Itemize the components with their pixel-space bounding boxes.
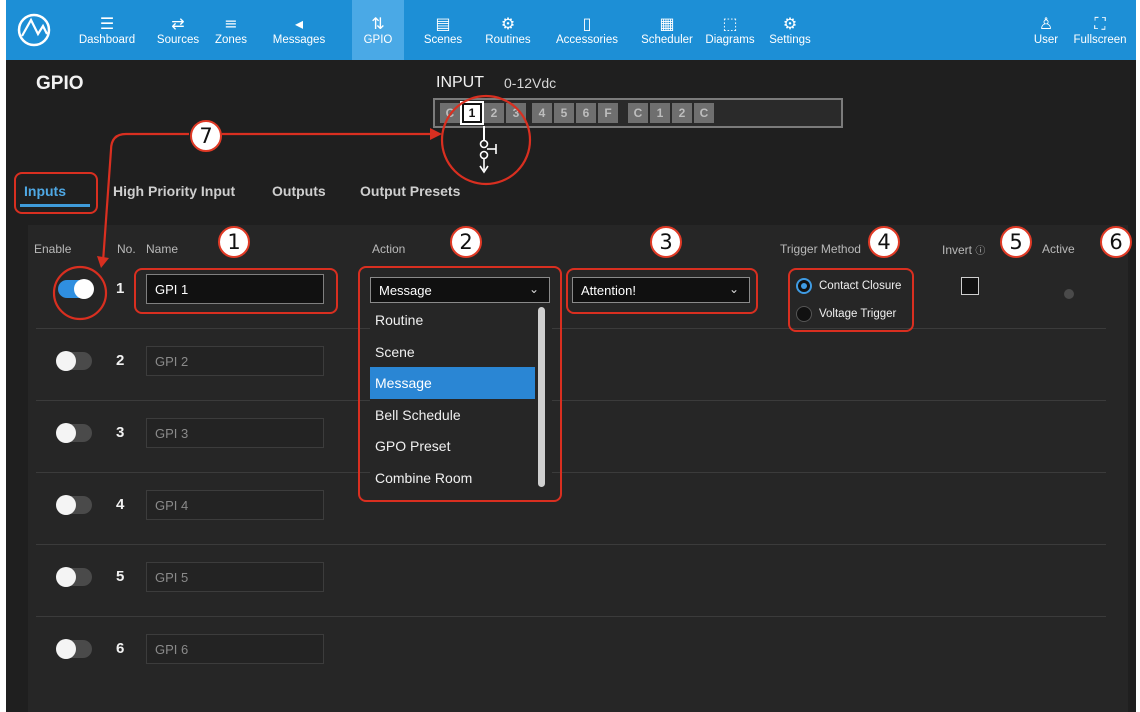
callout-badge-5: 5 <box>1000 226 1032 258</box>
callout-badge-4: 4 <box>868 226 900 258</box>
callout-badge-2: 2 <box>450 226 482 258</box>
callout-badge-3: 3 <box>650 226 682 258</box>
callout-badge-1: 1 <box>218 226 250 258</box>
app-frame: ☰ Dashboard ⇄ Sources ≡ Zones ◂ Messages ⇅ GPIO ▤ S… <box>6 0 1136 712</box>
callout-connectors <box>52 94 532 321</box>
callout-badge-6: 6 <box>1100 226 1132 258</box>
callout-badge-7: 7 <box>190 120 222 152</box>
